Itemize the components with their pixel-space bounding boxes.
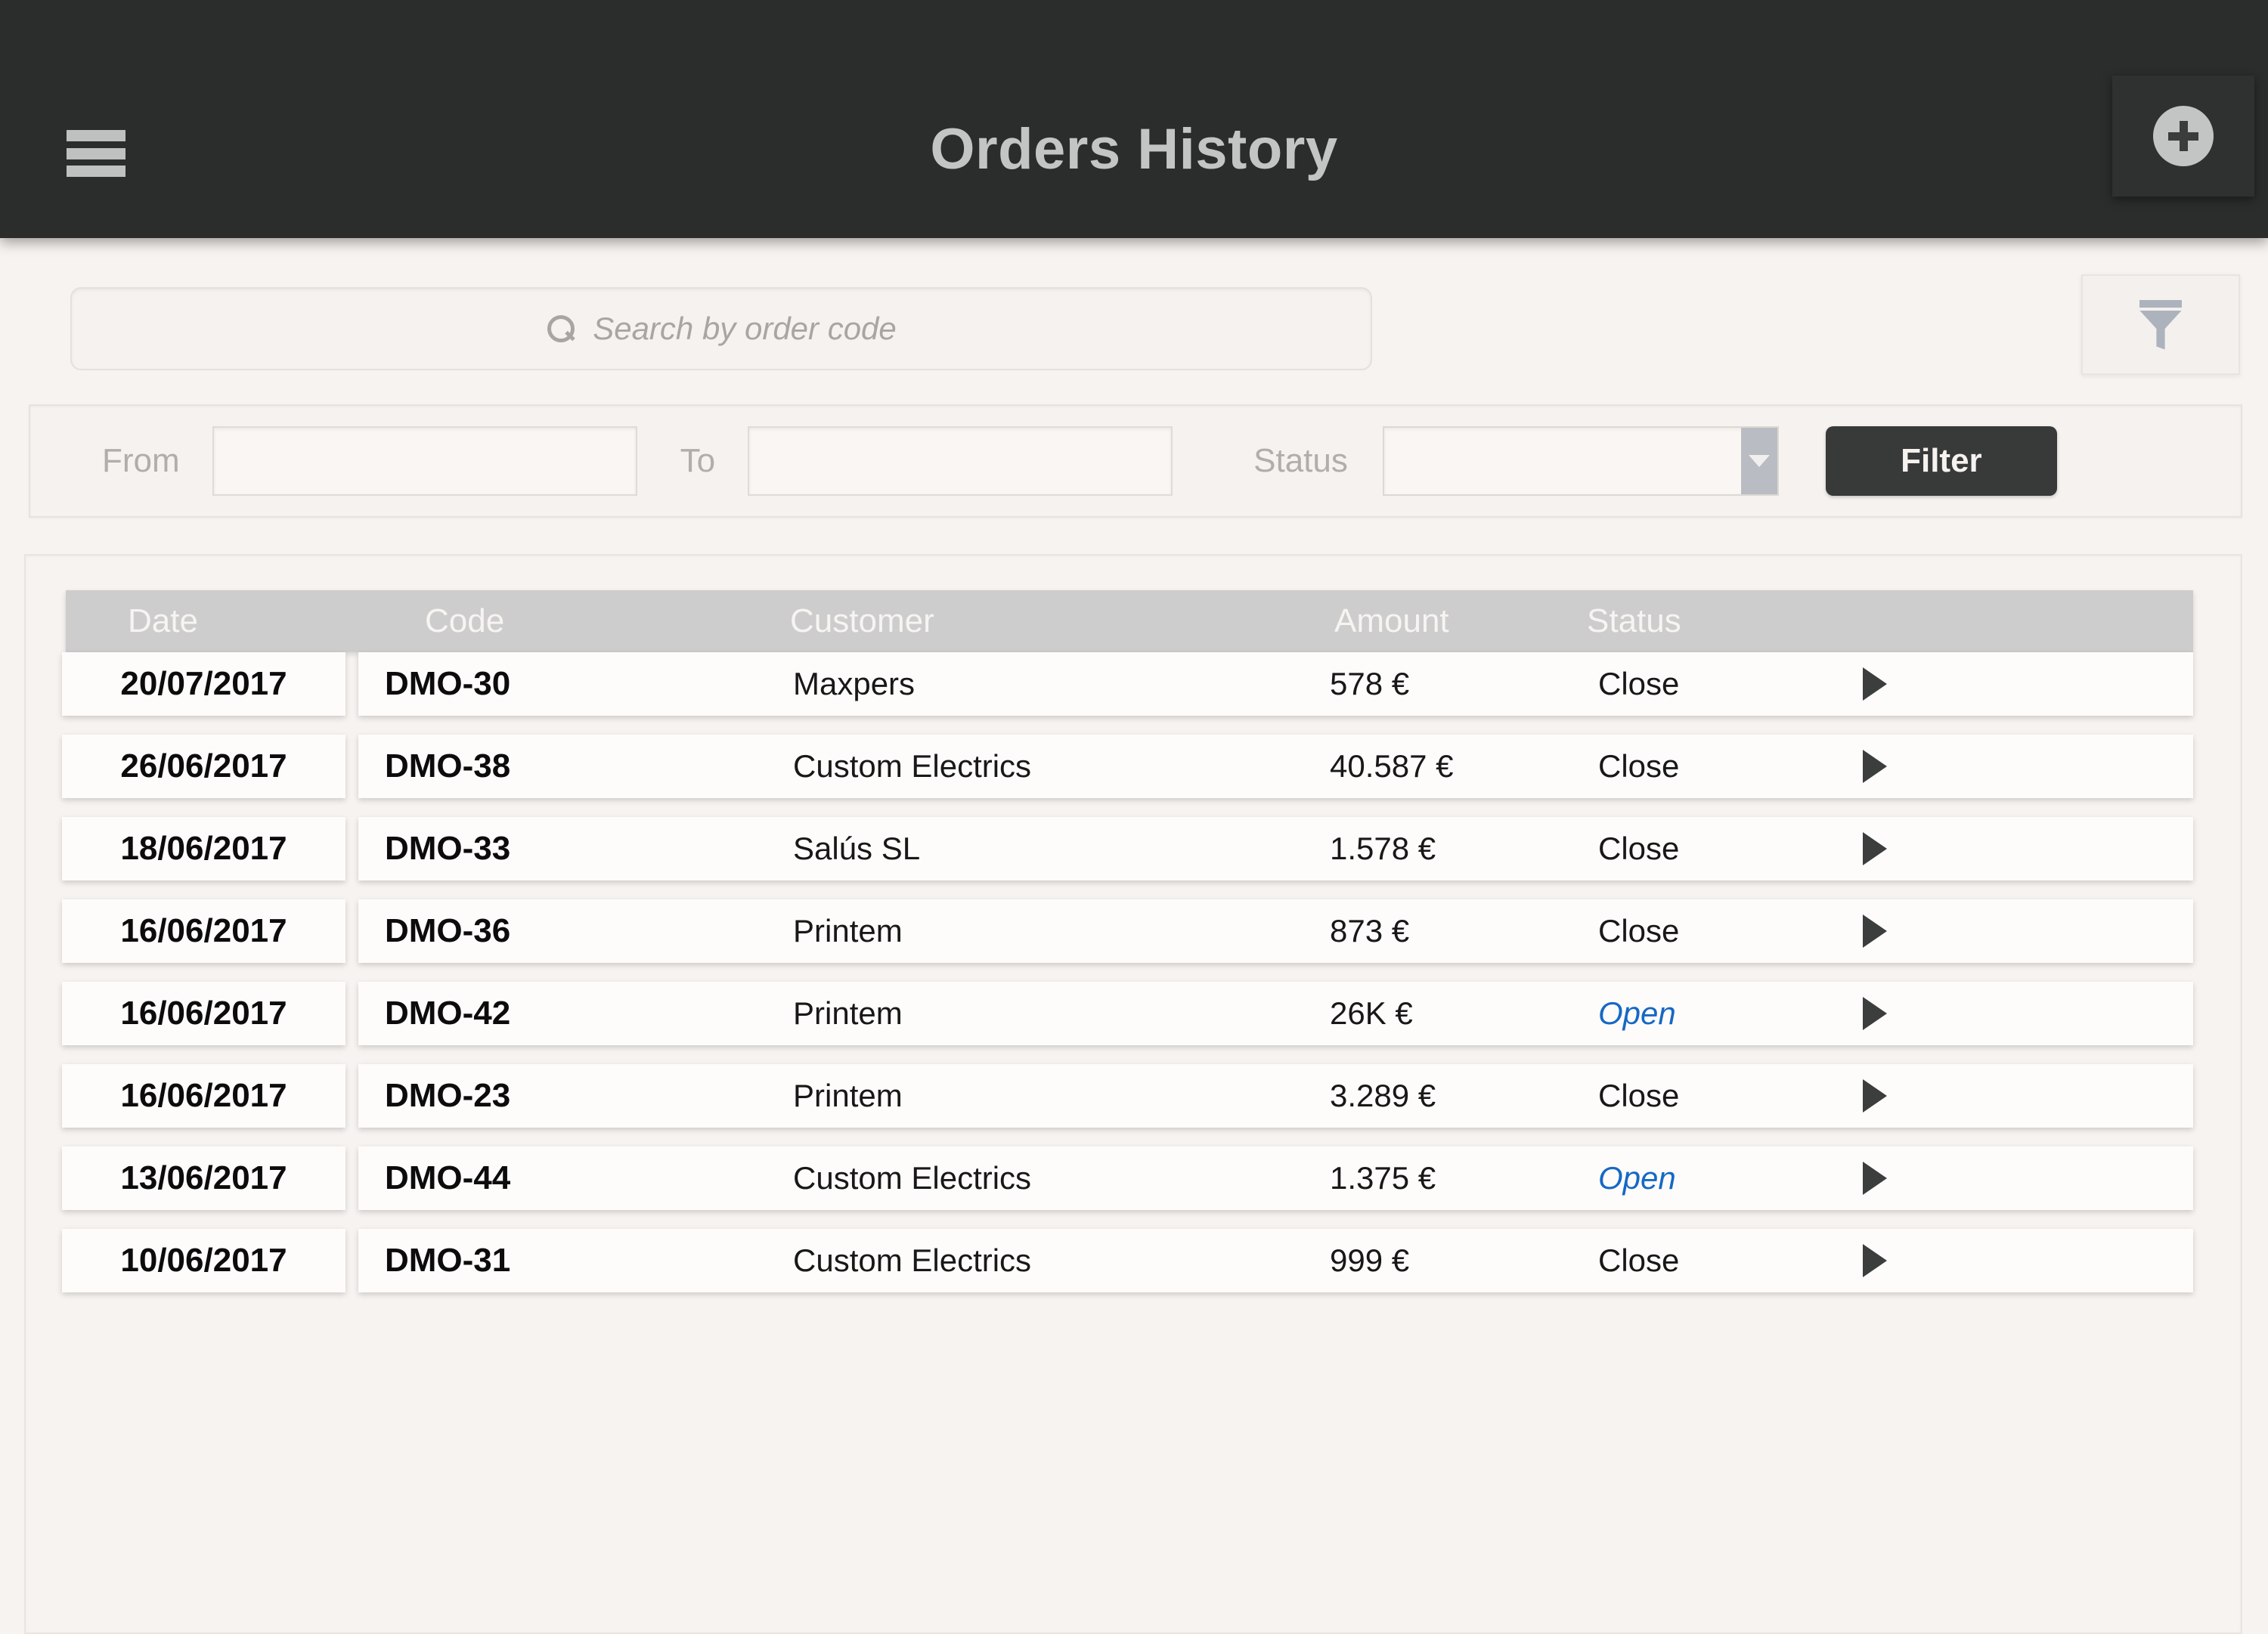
order-code: DMO-31 xyxy=(385,1242,511,1279)
order-status: Close xyxy=(1598,748,1680,784)
order-row-card[interactable]: DMO-33 Salús SL 1.578 € Close xyxy=(358,817,2193,880)
column-header-status: Status xyxy=(1587,602,1681,639)
order-date: 26/06/2017 xyxy=(120,747,287,785)
order-date-cell[interactable]: 16/06/2017 xyxy=(62,899,345,963)
table-row[interactable]: 16/06/2017 DMO-42 Printem 26K € Open xyxy=(26,982,2241,1045)
order-customer: Custom Electrics xyxy=(793,748,1032,784)
search-input[interactable]: Search by order code xyxy=(70,287,1372,370)
order-status: Close xyxy=(1598,1243,1680,1278)
order-code: DMO-30 xyxy=(385,665,511,702)
to-date-input[interactable] xyxy=(748,426,1173,496)
order-date-cell[interactable]: 26/06/2017 xyxy=(62,735,345,798)
order-date: 13/06/2017 xyxy=(120,1159,287,1196)
order-date-cell[interactable]: 13/06/2017 xyxy=(62,1147,345,1210)
order-date-cell[interactable]: 10/06/2017 xyxy=(62,1229,345,1292)
chevron-right-icon[interactable] xyxy=(1863,982,1908,1045)
status-select[interactable] xyxy=(1382,426,1779,496)
table-row[interactable]: 26/06/2017 DMO-38 Custom Electrics 40.587 €… xyxy=(26,735,2241,798)
orders-list: 20/07/2017 DMO-30 Maxpers 578 € Close 26/06/2… xyxy=(26,652,2241,1311)
order-customer: Custom Electrics xyxy=(793,1160,1032,1196)
order-date: 20/07/2017 xyxy=(120,665,287,702)
order-row-card[interactable]: DMO-36 Printem 873 € Close xyxy=(358,899,2193,963)
order-row-card[interactable]: DMO-44 Custom Electrics 1.375 € Open xyxy=(358,1147,2193,1210)
column-header-date: Date xyxy=(128,602,198,639)
search-placeholder: Search by order code xyxy=(593,311,897,346)
order-customer: Printem xyxy=(793,1078,903,1113)
order-code: DMO-44 xyxy=(385,1159,511,1196)
order-code: DMO-42 xyxy=(385,995,511,1032)
order-amount: 873 € xyxy=(1330,913,1410,949)
order-row-card[interactable]: DMO-23 Printem 3.289 € Close xyxy=(358,1064,2193,1128)
add-order-button[interactable] xyxy=(2112,76,2254,197)
to-label: To xyxy=(680,442,716,479)
order-amount: 999 € xyxy=(1330,1243,1410,1278)
status-select-value xyxy=(1382,426,1779,496)
order-code: DMO-38 xyxy=(385,747,511,785)
table-row[interactable]: 20/07/2017 DMO-30 Maxpers 578 € Close xyxy=(26,652,2241,716)
order-code: DMO-36 xyxy=(385,912,511,949)
order-customer: Printem xyxy=(793,913,903,949)
filter-bar: From To Status Filter xyxy=(29,404,2242,518)
order-date-cell[interactable]: 18/06/2017 xyxy=(62,817,345,880)
filter-button[interactable]: Filter xyxy=(1825,426,2057,496)
order-amount: 3.289 € xyxy=(1330,1078,1436,1113)
order-customer: Salús SL xyxy=(793,831,921,866)
order-status: Close xyxy=(1598,666,1680,701)
order-date: 18/06/2017 xyxy=(120,830,287,867)
funnel-icon xyxy=(2139,299,2182,350)
column-header-amount: Amount xyxy=(1334,602,1449,639)
chevron-right-icon[interactable] xyxy=(1863,735,1908,798)
orders-table-panel: Date Code Customer Amount Status 20/07/2… xyxy=(24,554,2242,1634)
table-row[interactable]: 13/06/2017 DMO-44 Custom Electrics 1.375 € O… xyxy=(26,1147,2241,1210)
table-row[interactable]: 10/06/2017 DMO-31 Custom Electrics 999 € Clo… xyxy=(26,1229,2241,1292)
order-amount: 40.587 € xyxy=(1330,748,1454,784)
order-status: Open xyxy=(1598,995,1676,1031)
order-date: 16/06/2017 xyxy=(120,995,287,1032)
column-header-customer: Customer xyxy=(790,602,934,639)
table-row[interactable]: 16/06/2017 DMO-36 Printem 873 € Close xyxy=(26,899,2241,963)
table-row[interactable]: 18/06/2017 DMO-33 Salús SL 1.578 € Close xyxy=(26,817,2241,880)
order-status: Close xyxy=(1598,1078,1680,1113)
status-label: Status xyxy=(1253,442,1348,479)
order-code: DMO-33 xyxy=(385,830,511,867)
column-header-code: Code xyxy=(425,602,505,639)
table-header-row: Date Code Customer Amount Status xyxy=(66,590,2193,652)
order-customer: Maxpers xyxy=(793,666,916,701)
from-date-input[interactable] xyxy=(212,426,637,496)
plus-circle-icon xyxy=(2153,106,2214,166)
chevron-right-icon[interactable] xyxy=(1863,899,1908,963)
chevron-right-icon[interactable] xyxy=(1863,817,1908,880)
app-bar: Orders History xyxy=(0,0,2268,238)
order-row-card[interactable]: DMO-31 Custom Electrics 999 € Close xyxy=(358,1229,2193,1292)
order-row-card[interactable]: DMO-42 Printem 26K € Open xyxy=(358,982,2193,1045)
chevron-right-icon[interactable] xyxy=(1863,1229,1908,1292)
order-amount: 1.578 € xyxy=(1330,831,1436,866)
chevron-right-icon[interactable] xyxy=(1863,1064,1908,1128)
order-date: 16/06/2017 xyxy=(120,1077,287,1114)
order-row-card[interactable]: DMO-38 Custom Electrics 40.587 € Close xyxy=(358,735,2193,798)
order-date: 10/06/2017 xyxy=(120,1242,287,1279)
from-label: From xyxy=(102,442,180,479)
table-row[interactable]: 16/06/2017 DMO-23 Printem 3.289 € Close xyxy=(26,1064,2241,1128)
order-amount: 26K € xyxy=(1330,995,1413,1031)
page-title: Orders History xyxy=(930,117,1338,181)
order-customer: Printem xyxy=(793,995,903,1031)
order-amount: 578 € xyxy=(1330,666,1410,701)
filter-toggle-button[interactable] xyxy=(2081,274,2240,375)
chevron-down-icon[interactable] xyxy=(1740,428,1777,494)
order-row-card[interactable]: DMO-30 Maxpers 578 € Close xyxy=(358,652,2193,716)
order-date: 16/06/2017 xyxy=(120,912,287,949)
chevron-right-icon[interactable] xyxy=(1863,652,1908,716)
order-date-cell[interactable]: 20/07/2017 xyxy=(62,652,345,716)
order-amount: 1.375 € xyxy=(1330,1160,1436,1196)
order-status: Close xyxy=(1598,913,1680,949)
order-status: Close xyxy=(1598,831,1680,866)
search-icon xyxy=(546,314,576,344)
order-date-cell[interactable]: 16/06/2017 xyxy=(62,982,345,1045)
chevron-right-icon[interactable] xyxy=(1863,1147,1908,1210)
order-customer: Custom Electrics xyxy=(793,1243,1032,1278)
order-date-cell[interactable]: 16/06/2017 xyxy=(62,1064,345,1128)
order-status: Open xyxy=(1598,1160,1676,1196)
order-code: DMO-23 xyxy=(385,1077,511,1114)
